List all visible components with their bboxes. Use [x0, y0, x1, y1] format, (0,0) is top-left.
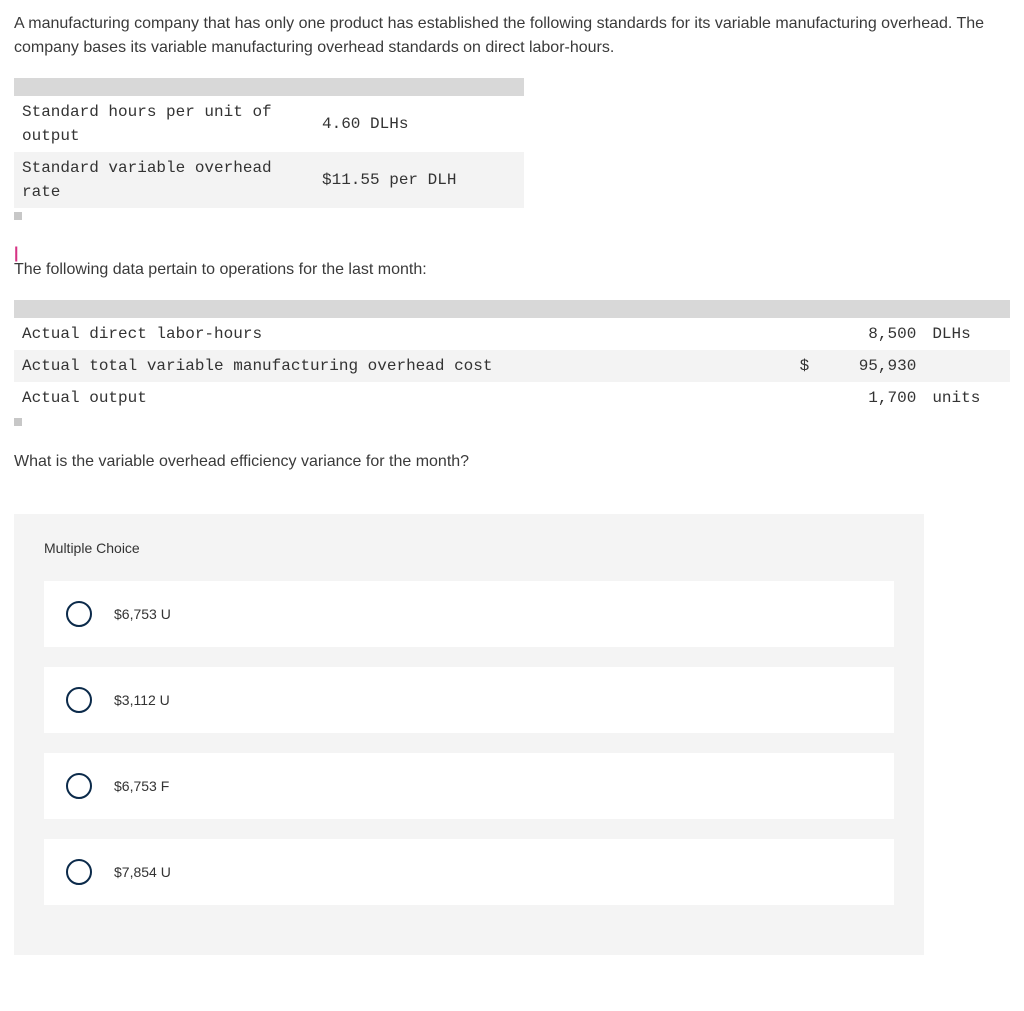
ops-currency [785, 382, 817, 414]
ops-number: 95,930 [817, 350, 924, 382]
std-value: 4.60 DLHs [314, 96, 524, 152]
radio-icon[interactable] [66, 773, 92, 799]
choice-option-1[interactable]: $6,753 U [44, 581, 894, 647]
radio-icon[interactable] [66, 859, 92, 885]
table-row: Actual direct labor-hours 8,500 DLHs [14, 318, 1010, 350]
std-label: Standard variable overhead rate [14, 152, 314, 208]
table-row: Actual total variable manufacturing over… [14, 350, 1010, 382]
table-row: Actual output 1,700 units [14, 382, 1010, 414]
std-value: $11.55 per DLH [314, 152, 524, 208]
multiple-choice-panel: Multiple Choice $6,753 U $3,112 U $6,753… [14, 514, 924, 955]
choice-label: $6,753 U [114, 604, 171, 625]
choice-label: $6,753 F [114, 776, 169, 797]
choice-option-4[interactable]: $7,854 U [44, 839, 894, 905]
ops-number: 8,500 [817, 318, 924, 350]
std-label: Standard hours per unit of output [14, 96, 314, 152]
ops-label: Actual direct labor-hours [14, 318, 785, 350]
ops-currency [785, 318, 817, 350]
ops-label: Actual total variable manufacturing over… [14, 350, 785, 382]
table-row: Standard variable overhead rate $11.55 p… [14, 152, 524, 208]
ops-unit: units [924, 382, 1010, 414]
ops-unit: DLHs [924, 318, 1010, 350]
ops-unit [924, 350, 1010, 382]
radio-icon[interactable] [66, 687, 92, 713]
scroll-indicator [14, 212, 1010, 222]
radio-icon[interactable] [66, 601, 92, 627]
question-text: What is the variable overhead efficiency… [14, 450, 1010, 474]
problem-intro: A manufacturing company that has only on… [14, 12, 1010, 60]
operations-table: Actual direct labor-hours 8,500 DLHs Act… [14, 300, 1010, 414]
choice-option-2[interactable]: $3,112 U [44, 667, 894, 733]
choice-label: $7,854 U [114, 862, 171, 883]
choice-label: $3,112 U [114, 690, 170, 711]
standards-table: Standard hours per unit of output 4.60 D… [14, 78, 524, 208]
ops-number: 1,700 [817, 382, 924, 414]
choice-option-3[interactable]: $6,753 F [44, 753, 894, 819]
table-row: Standard hours per unit of output 4.60 D… [14, 96, 524, 152]
scroll-indicator [14, 418, 1010, 428]
text-cursor-icon: | [14, 242, 1010, 256]
ops-currency: $ [785, 350, 817, 382]
operations-intro: The following data pertain to operations… [14, 258, 1010, 282]
ops-label: Actual output [14, 382, 785, 414]
mc-heading: Multiple Choice [44, 538, 894, 559]
